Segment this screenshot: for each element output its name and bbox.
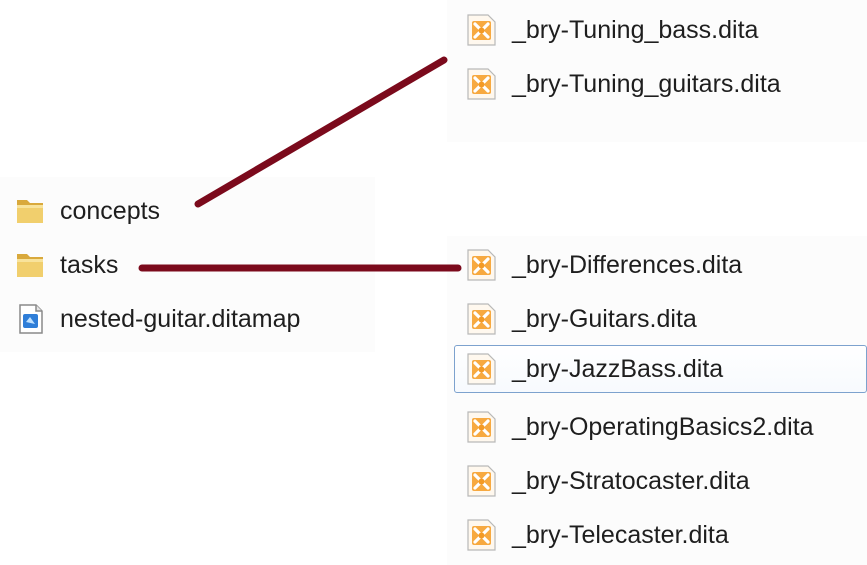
- connector-lines: [138, 56, 462, 272]
- connector-concepts: [194, 56, 448, 208]
